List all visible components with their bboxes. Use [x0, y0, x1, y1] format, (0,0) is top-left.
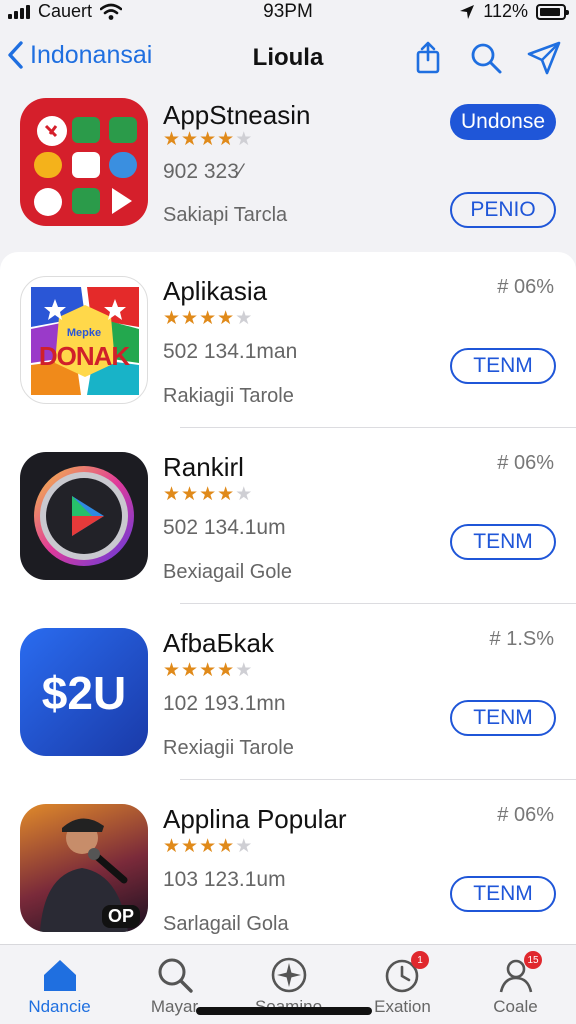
star-icon: ★ [199, 308, 217, 329]
star-icon: ★ [217, 484, 235, 505]
notification-badge: 15 [524, 951, 542, 969]
featured-app-name: AppStneasin [163, 100, 311, 130]
featured-secondary-button[interactable]: PENIO [450, 192, 556, 228]
star-icon: ★ [163, 308, 181, 329]
star-icon: ★ [181, 484, 199, 505]
star-icon: ★ [235, 484, 253, 505]
search-button[interactable] [468, 40, 504, 76]
rating-stars: ★ ★ ★ ★ ★ [163, 837, 252, 857]
app-name: AfbaБkak [163, 628, 275, 658]
star-icon: ★ [181, 660, 199, 681]
star-icon: ★ [217, 308, 235, 329]
star-icon: ★ [199, 484, 217, 505]
star-icon: ★ [163, 129, 181, 150]
get-button[interactable]: TENM [450, 700, 556, 736]
star-icon: ★ [163, 836, 181, 857]
app-icon-rankirl [20, 452, 148, 580]
featured-app-icon [20, 98, 148, 226]
app-meta: 502 134.1um [163, 516, 286, 539]
app-icon-text: DONAK [38, 341, 130, 371]
rating-stars: ★ ★ ★ ★ ★ [163, 661, 252, 681]
search-icon [471, 43, 502, 74]
star-icon: ★ [163, 660, 181, 681]
send-button[interactable] [526, 40, 562, 76]
star-icon: ★ [199, 129, 217, 150]
app-meta: 502 134.1man [163, 340, 298, 363]
star-icon: ★ [235, 308, 253, 329]
get-button[interactable]: TENM [450, 524, 556, 560]
list-item[interactable]: Mepke DONAK Aplikasia ★ ★ ★ ★ ★ 502 134.1man… [0, 252, 576, 428]
app-meta: 103 123.1um [163, 868, 286, 891]
featured-app-meta: 902 323⁄ [163, 160, 243, 183]
tab-home[interactable]: Ndancie [2, 945, 117, 1024]
star-icon: ★ [217, 660, 235, 681]
star-icon: ★ [199, 836, 217, 857]
featured-app-subtitle: Sakiapi Tarcla [163, 204, 288, 226]
navigation-bar: Indonansai Lioula [0, 30, 576, 86]
home-icon [44, 960, 76, 991]
notification-badge: 1 [411, 951, 429, 969]
list-item[interactable]: OP Applina Popular ★ ★ ★ ★ ★ 103 123.1um Sar… [0, 780, 576, 944]
featured-rating-stars: ★ ★ ★ ★ ★ [163, 130, 252, 150]
app-icon-small-text: Mepke [66, 327, 102, 339]
app-list: Mepke DONAK Aplikasia ★ ★ ★ ★ ★ 502 134.1man… [0, 252, 576, 944]
star-icon: ★ [181, 836, 199, 857]
status-bar: Cauert 93PM 112% [0, 0, 576, 26]
star-icon: ★ [235, 129, 253, 150]
app-icon-text: $2U [41, 667, 127, 719]
app-percent: # 06% [497, 452, 554, 474]
featured-app[interactable]: AppStneasin ★ ★ ★ ★ ★ 902 323⁄ Sakiapi Tarcl… [0, 90, 576, 250]
star-icon: ★ [199, 660, 217, 681]
home-indicator[interactable] [196, 1007, 372, 1015]
app-subtitle: Rakiagii Tarole [163, 385, 294, 407]
star-icon: ★ [217, 836, 235, 857]
get-button[interactable]: TENM [450, 876, 556, 912]
get-button[interactable]: TENM [450, 348, 556, 384]
tab-label: Coale [493, 997, 538, 1016]
app-subtitle: Sarlagail Gola [163, 913, 289, 935]
list-item[interactable]: Rankirl ★ ★ ★ ★ ★ 502 134.1um Bexiagail Gole… [0, 428, 576, 604]
star-icon: ★ [235, 660, 253, 681]
app-subtitle: Bexiagail Gole [163, 561, 292, 583]
app-percent: # 06% [497, 804, 554, 826]
app-icon-aplikasia: Mepke DONAK [20, 276, 148, 404]
app-name: Aplikasia [163, 276, 268, 306]
battery-icon [536, 3, 569, 20]
rating-stars: ★ ★ ★ ★ ★ [163, 309, 252, 329]
app-meta: 102 193.1mn [163, 692, 286, 715]
compass-icon [271, 957, 307, 993]
app-name: Applina Popular [163, 804, 347, 834]
app-percent: # 1.S% [489, 628, 554, 650]
search-icon [158, 958, 193, 993]
list-item[interactable]: $2U AfbaБkak ★ ★ ★ ★ ★ 102 193.1mn Rexiagii … [0, 604, 576, 780]
star-icon: ★ [163, 484, 181, 505]
star-icon: ★ [235, 836, 253, 857]
star-icon: ★ [217, 129, 235, 150]
location-icon [460, 4, 475, 19]
app-icon-afbabkak: $2U [20, 628, 148, 756]
featured-primary-button[interactable]: Undonse [450, 104, 556, 140]
app-subtitle: Rexiagii Tarole [163, 737, 294, 759]
star-icon: ★ [181, 129, 199, 150]
share-icon [416, 41, 440, 74]
app-percent: # 06% [497, 276, 554, 298]
rating-stars: ★ ★ ★ ★ ★ [163, 485, 252, 505]
app-icon-applina-popular: OP [20, 804, 148, 932]
app-name: Rankirl [163, 452, 244, 482]
app-icon-text: OP [101, 905, 140, 928]
battery-percent: 112% [483, 1, 528, 21]
tab-label: Ndancie [28, 997, 91, 1016]
star-icon: ★ [181, 308, 199, 329]
tab-profile[interactable]: 15 Coale [458, 945, 573, 1024]
share-button[interactable] [410, 40, 446, 76]
send-icon [527, 41, 561, 75]
